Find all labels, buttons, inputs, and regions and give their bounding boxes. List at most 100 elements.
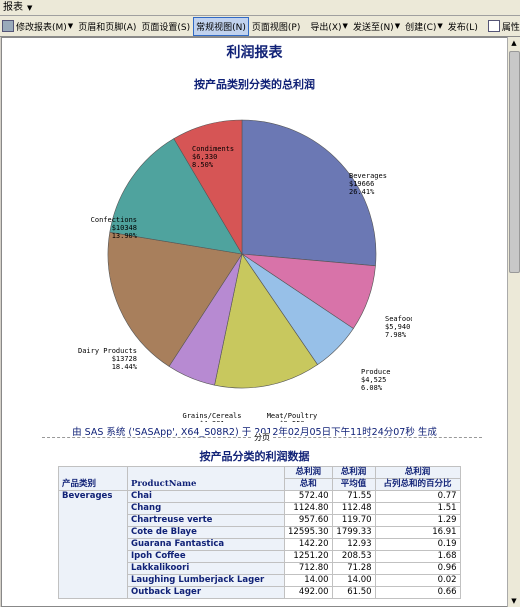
pct-cell: 1.68 <box>374 550 461 563</box>
profit-table: 产品类别 ProductName 总利润 总利润 总利润 总和 平均值 占列总和… <box>58 466 461 599</box>
slice-label-name: Condiments <box>192 145 234 153</box>
header-category: 产品类别 <box>58 466 128 491</box>
sum-cell: 1124.80 <box>284 502 333 515</box>
slice-label-amount: $19666 <box>349 180 374 188</box>
publish-button[interactable]: 发布(L) <box>446 18 480 35</box>
slice-label-name: Beverages <box>349 172 387 180</box>
chevron-down-icon[interactable]: ▼ <box>24 4 32 12</box>
product-cell: Outback Lager <box>127 586 285 599</box>
sum-cell: 572.40 <box>284 490 333 503</box>
mean-cell: 14.00 <box>331 574 376 587</box>
mean-cell: 71.55 <box>331 490 376 503</box>
sum-cell: 492.00 <box>284 586 333 599</box>
slice-label-pct: 13.90% <box>112 232 138 240</box>
pct-cell: 0.02 <box>374 574 461 587</box>
report-viewer: 利润报表 按产品类别分类的总利润 Beverages $19666 26.41% Se… <box>1 37 508 607</box>
header-pct-top: 总利润 <box>374 466 461 479</box>
mean-cell: 208.53 <box>331 550 376 563</box>
header-sum-top: 总利润 <box>284 466 333 479</box>
sum-cell: 712.80 <box>284 562 333 575</box>
product-cell: Laughing Lumberjack Lager <box>127 574 285 587</box>
slice-label-name: Seafood <box>385 315 412 323</box>
chevron-down-icon: ▼ <box>394 22 401 30</box>
mean-cell: 71.28 <box>331 562 376 575</box>
chevron-down-icon: ▼ <box>437 22 443 30</box>
slice-label-amount: $13728 <box>112 355 137 363</box>
page-setup-button[interactable]: 页面设置(S) <box>139 18 192 35</box>
vertical-scrollbar[interactable]: ▲ ▼ <box>507 37 520 607</box>
pct-cell: 16.91 <box>374 526 461 539</box>
table-row: Beverages Chai 572.40 71.55 0.77 <box>58 490 461 599</box>
slice-label-name: Produce <box>361 368 391 376</box>
header-footer-button[interactable]: 页眉和页脚(A) <box>76 18 138 35</box>
pct-cell: 0.66 <box>374 586 461 599</box>
properties-button[interactable]: 属性(I) <box>486 18 520 35</box>
window-title: 报表 <box>3 2 23 13</box>
normal-view-button[interactable]: 常规视图(N) <box>193 16 249 36</box>
send-to-button[interactable]: 发送至(N) ▼ <box>351 18 402 35</box>
create-button[interactable]: 创建(C) ▼ <box>403 18 445 35</box>
slice-label: Confections $10348 13.90% <box>91 216 138 240</box>
slice-label-amount: $5,940 <box>385 323 410 331</box>
pct-cell: 1.51 <box>374 502 461 515</box>
slice-label-pct: 8.50% <box>192 161 214 169</box>
slice-label-pct: 26.41% <box>349 188 375 196</box>
sum-cell: 14.00 <box>284 574 333 587</box>
table-title: 按产品分类的利润数据 <box>199 450 310 463</box>
slice-label-name: Meat/Poultry <box>267 412 318 420</box>
edit-report-icon <box>2 20 14 32</box>
slice-label: Meat/Poultry$9,55012.82% <box>267 412 318 422</box>
chevron-down-icon: ▼ <box>342 22 348 30</box>
slice-label-amount: $9,550 <box>279 420 304 422</box>
scroll-up-icon[interactable]: ▲ <box>508 37 520 49</box>
slice-label-amount: $6,330 <box>192 153 217 161</box>
export-button[interactable]: 导出(X) ▼ <box>308 18 350 35</box>
slice-label-pct: 18.44% <box>112 363 138 371</box>
scroll-thumb[interactable] <box>509 51 520 273</box>
header-product: ProductName <box>127 466 285 491</box>
slice-label-amount: $4,525 <box>361 376 386 384</box>
header-sum: 总和 <box>284 478 333 491</box>
slice-label-name: Grains/Cereals <box>182 412 241 420</box>
slice-label: Seafood $5,940 7.98% <box>385 315 412 339</box>
category-cell: Beverages <box>58 490 128 599</box>
mean-cell: 1799.33 <box>331 526 376 539</box>
scroll-down-icon[interactable]: ▼ <box>508 595 520 607</box>
slice-label: Produce $4,525 6.08% <box>361 368 391 392</box>
mean-cell: 61.50 <box>331 586 376 599</box>
report-title: 利润报表 <box>226 45 283 61</box>
slice-label-amount: $4,381 <box>199 420 224 422</box>
slice-label: Beverages $19666 26.41% <box>349 172 387 196</box>
product-cell: Chartreuse verte <box>127 514 285 527</box>
page-view-button[interactable]: 页面视图(P) <box>250 18 302 35</box>
profit-pie-chart: Beverages $19666 26.41% Seafood $5,940 7.98% P… <box>78 119 412 422</box>
header-mean-top: 总利润 <box>331 466 376 479</box>
report-toolbar: 修改报表(M) ▼ 页眉和页脚(A) 页面设置(S) 常规视图(N) 页面视图(P… <box>0 16 520 37</box>
window-title-bar: 报表 ▼ <box>0 0 520 16</box>
slice-label-pct: 7.98% <box>385 331 407 339</box>
pct-cell: 0.19 <box>374 538 461 551</box>
sum-cell: 142.20 <box>284 538 333 551</box>
pct-cell: 0.77 <box>374 490 461 503</box>
product-cell: Lakkalikoori <box>127 562 285 575</box>
slice-label: Dairy Products $13728 18.44% <box>78 347 138 371</box>
profit-table-body: Beverages Chai 572.40 71.55 0.77 Chang 1124.80… <box>58 490 461 599</box>
product-cell: Guarana Fantastica <box>127 538 285 551</box>
properties-icon <box>487 20 500 32</box>
slice-label-pct: 6.08% <box>361 384 383 392</box>
sum-cell: 12595.30 <box>284 526 333 539</box>
header-mean: 平均值 <box>331 478 376 491</box>
sum-cell: 1251.20 <box>284 550 333 563</box>
mean-cell: 119.70 <box>331 514 376 527</box>
product-cell: Ipoh Coffee <box>127 550 285 563</box>
modify-report-button[interactable]: 修改报表(M) ▼ <box>0 18 75 35</box>
chevron-down-icon: ▼ <box>67 22 74 30</box>
mean-cell: 112.48 <box>331 502 376 515</box>
slice-label-name: Dairy Products <box>78 347 137 355</box>
mean-cell: 12.93 <box>331 538 376 551</box>
chart-title: 按产品类别分类的总利润 <box>194 78 315 91</box>
pct-cell: 0.96 <box>374 562 461 575</box>
product-cell: Chang <box>127 502 285 515</box>
sum-cell: 957.60 <box>284 514 333 527</box>
product-cell: Chai <box>127 490 285 503</box>
